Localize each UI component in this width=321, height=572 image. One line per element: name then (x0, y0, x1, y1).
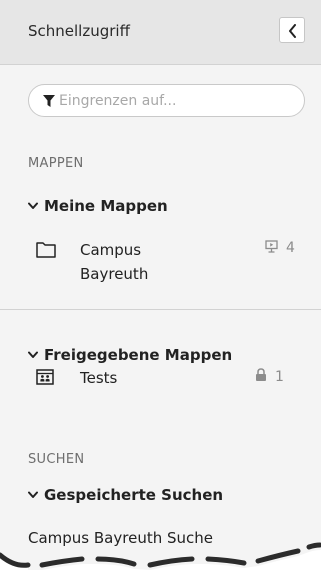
chevron-down-icon (28, 491, 38, 498)
torn-edge-decoration (0, 542, 321, 572)
folder-icon (36, 242, 56, 258)
group-freigegebene-mappen[interactable]: Freigegebene Mappen (28, 346, 298, 368)
panel-title: Schnellzugriff (28, 22, 130, 40)
group-label: Freigegebene Mappen (44, 346, 233, 364)
chevron-down-icon (28, 351, 38, 358)
folder-count-badge: 1 (255, 368, 284, 385)
divider (0, 309, 321, 310)
section-label-suchen: SUCHEN (28, 452, 85, 467)
folder-count: 4 (286, 240, 295, 256)
group-label: Meine Mappen (44, 197, 168, 215)
folder-count: 1 (275, 369, 284, 385)
collapse-panel-button[interactable] (279, 17, 305, 43)
folder-item-tests[interactable]: Tests 1 (36, 366, 306, 390)
panel-header: Schnellzugriff (0, 0, 321, 65)
filter-input[interactable] (59, 90, 289, 112)
shared-folder-icon (36, 369, 54, 385)
group-gespeicherte-suchen[interactable]: Gespeicherte Suchen (28, 486, 288, 508)
filter-icon (43, 95, 55, 107)
presentation-icon (265, 240, 278, 253)
section-label-mappen: MAPPEN (28, 156, 84, 171)
quick-access-panel: Schnellzugriff MAPPEN Meine Mappen Campu… (0, 0, 321, 572)
lock-icon (256, 368, 266, 381)
chevron-down-icon (28, 202, 38, 209)
group-label: Gespeicherte Suchen (44, 486, 224, 504)
chevron-left-icon (289, 24, 296, 38)
folder-count-badge: 4 (265, 240, 295, 256)
group-meine-mappen[interactable]: Meine Mappen (28, 197, 268, 219)
filter-field[interactable] (28, 84, 305, 117)
folder-label: Campus Bayreuth (80, 241, 149, 283)
folder-label: Tests (80, 369, 118, 387)
folder-item-campus-bayreuth[interactable]: Campus Bayreuth 4 (36, 238, 306, 288)
